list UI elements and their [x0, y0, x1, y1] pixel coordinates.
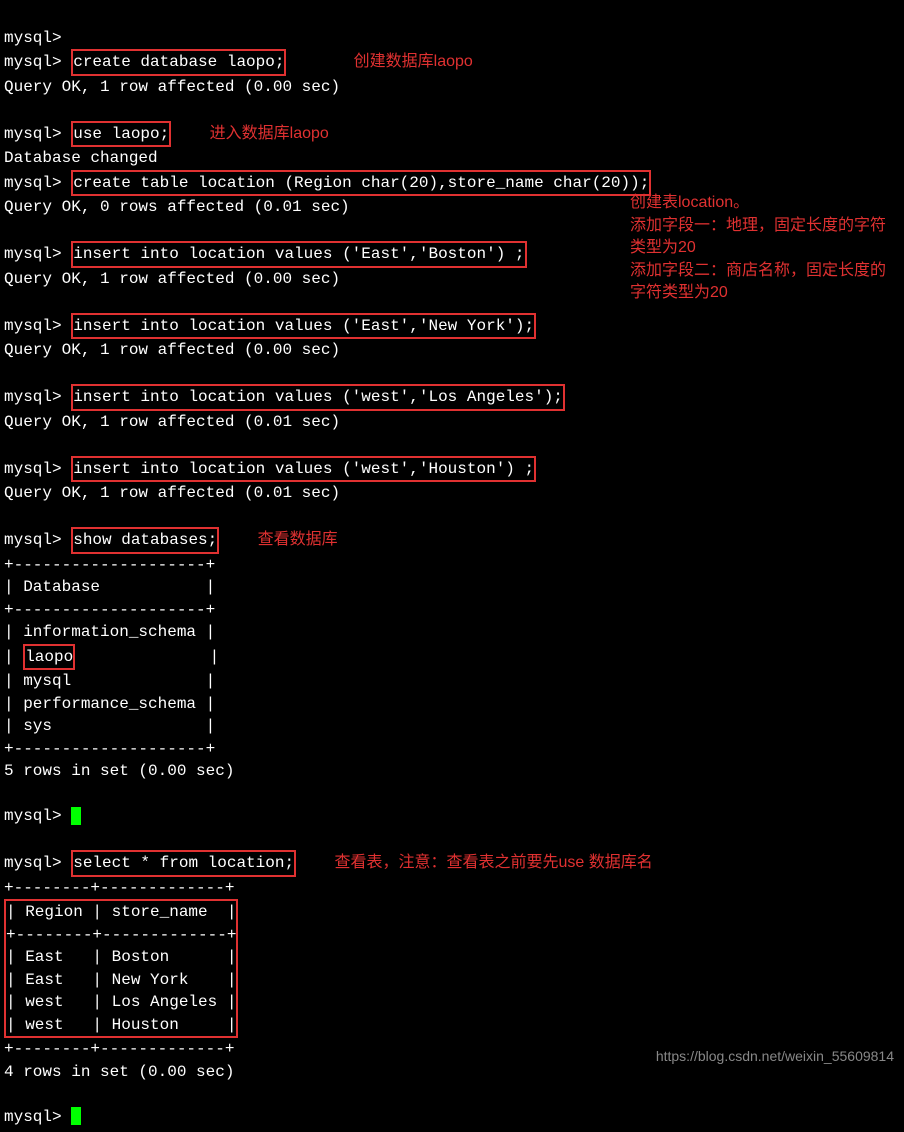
- annotation-use-db: 进入数据库laopo: [210, 125, 329, 142]
- annotation-create-table-2: 添加字段一：地理，固定长度的字符类型为20: [630, 215, 890, 260]
- tbl-row: | East | New York |: [6, 971, 236, 989]
- tbl-row: | west | Houston |: [6, 1016, 236, 1034]
- result-line: Query OK, 1 row affected (0.00 sec): [4, 78, 340, 96]
- prompt: mysql>: [4, 245, 62, 263]
- cursor-icon: [71, 807, 81, 825]
- annotation-show-db: 查看数据库: [258, 531, 338, 548]
- tbl-row: | East | Boston |: [6, 948, 236, 966]
- watermark: https://blog.csdn.net/weixin_55609814: [656, 1045, 894, 1068]
- result-line: Query OK, 1 row affected (0.00 sec): [4, 270, 340, 288]
- prompt: mysql>: [4, 317, 62, 335]
- result-line: Database changed: [4, 149, 158, 167]
- prompt: mysql>: [4, 460, 62, 478]
- db-row: | mysql |: [4, 672, 215, 690]
- result-line: Query OK, 0 rows affected (0.01 sec): [4, 198, 350, 216]
- cmd-insert-4: insert into location values ('west','Hou…: [71, 456, 536, 483]
- annotation-create-table-block: 创建表location。 添加字段一：地理，固定长度的字符类型为20 添加字段二…: [630, 192, 890, 305]
- prompt: mysql>: [4, 854, 62, 872]
- cmd-insert-3: insert into location values ('west','Los…: [71, 384, 565, 411]
- annotation-create-db: 创建数据库laopo: [354, 53, 473, 70]
- prompt: mysql>: [4, 29, 62, 47]
- db-border: +--------------------+: [4, 601, 215, 619]
- prompt: mysql>: [4, 174, 62, 192]
- tbl-body: | Region | store_name | +--------+------…: [4, 899, 238, 1038]
- annotation-select: 查看表，注意：查看表之前要先use 数据库名: [334, 854, 652, 871]
- cmd-insert-1: insert into location values ('East','Bos…: [71, 241, 526, 268]
- cmd-use-database: use laopo;: [71, 121, 171, 148]
- prompt: mysql>: [4, 53, 62, 71]
- prompt: mysql>: [4, 531, 62, 549]
- annotation-create-table-1: 创建表location。: [630, 192, 890, 215]
- prompt: mysql>: [4, 1108, 62, 1126]
- db-row: | performance_schema |: [4, 695, 215, 713]
- db-header: | Database |: [4, 578, 215, 596]
- prompt: mysql>: [4, 388, 62, 406]
- cmd-show-databases: show databases;: [71, 527, 219, 554]
- db-row: | sys |: [4, 717, 215, 735]
- tbl-border: +--------+-------------+: [4, 1040, 234, 1058]
- prompt: mysql>: [4, 807, 62, 825]
- db-row-pre: |: [4, 648, 23, 666]
- db-row-post: |: [75, 648, 219, 666]
- tbl-border: +--------+-------------+: [4, 879, 234, 897]
- annotation-create-table-3: 添加字段二：商店名称，固定长度的字符类型为20: [630, 260, 890, 305]
- result-line: Query OK, 1 row affected (0.01 sec): [4, 484, 340, 502]
- tbl-border: +--------+-------------+: [6, 926, 236, 944]
- cmd-create-table: create table location (Region char(20),s…: [71, 170, 651, 197]
- tbl-row: | west | Los Angeles |: [6, 993, 236, 1011]
- db-row: | information_schema |: [4, 623, 215, 641]
- db-row-laopo: laopo: [23, 644, 75, 671]
- cmd-select: select * from location;: [71, 850, 296, 877]
- db-result: 5 rows in set (0.00 sec): [4, 762, 234, 780]
- result-line: Query OK, 1 row affected (0.00 sec): [4, 341, 340, 359]
- tbl-header: | Region | store_name |: [6, 903, 236, 921]
- cursor-icon: [71, 1107, 81, 1125]
- tbl-result: 4 rows in set (0.00 sec): [4, 1063, 234, 1081]
- prompt: mysql>: [4, 125, 62, 143]
- cmd-insert-2: insert into location values ('East','New…: [71, 313, 536, 340]
- db-border: +--------------------+: [4, 740, 215, 758]
- cmd-create-database: create database laopo;: [71, 49, 286, 76]
- db-border: +--------------------+: [4, 556, 215, 574]
- terminal-output: mysql> mysql> create database laopo; 创建数…: [0, 0, 904, 1132]
- result-line: Query OK, 1 row affected (0.01 sec): [4, 413, 340, 431]
